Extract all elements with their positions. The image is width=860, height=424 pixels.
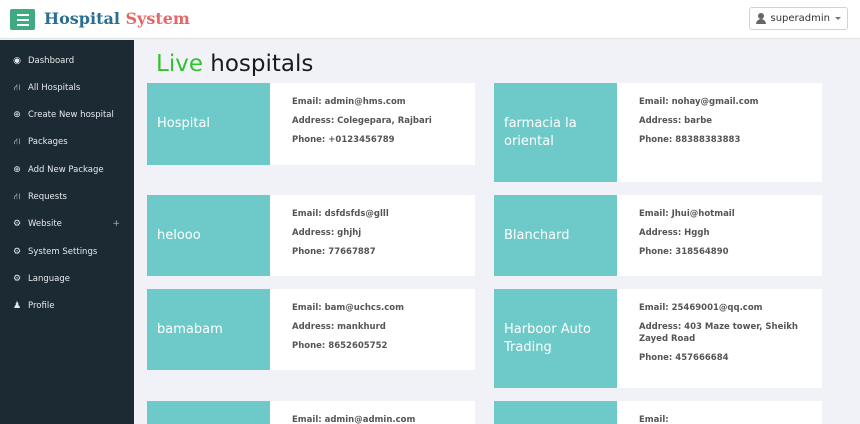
user-menu-button[interactable]: superadmin bbox=[748, 7, 848, 30]
hospital-card[interactable]: farmacia la oriental Email: nohay@gmail.… bbox=[494, 83, 822, 182]
sitemap-icon: ⛙ bbox=[13, 136, 21, 147]
sitemap-icon: ⛙ bbox=[13, 191, 21, 202]
hospital-name bbox=[494, 401, 617, 424]
hospital-details: Email: admin@admin.com bbox=[270, 401, 475, 424]
hamburger-icon bbox=[16, 13, 29, 16]
hospital-name: helooo bbox=[147, 195, 270, 276]
hospital-details: Email: nohay@gmail.com Address: barbe Ph… bbox=[617, 83, 822, 182]
hospital-name: bamabam bbox=[147, 289, 270, 370]
caret-down-icon bbox=[835, 17, 841, 20]
sidebar-item-system-settings[interactable]: ⚙ System Settings bbox=[0, 243, 134, 261]
gear-icon: ⚙ bbox=[12, 247, 22, 257]
sidebar-item-create-hospital[interactable]: ⊕ Create New hospital bbox=[0, 106, 134, 124]
hospital-card[interactable]: bamabam Email: bam@uchcs.com Address: ma… bbox=[147, 289, 475, 370]
gears-icon: ⚙ bbox=[12, 219, 22, 229]
hospital-email: Email: admin@hms.com bbox=[292, 97, 406, 107]
hospital-phone: Phone: 457666684 bbox=[639, 353, 729, 363]
hospital-email: Email: admin@admin.com bbox=[292, 415, 416, 424]
sidebar-item-requests[interactable]: ⛙ Requests bbox=[0, 188, 134, 206]
hospital-name: Blanchard bbox=[494, 195, 617, 276]
hospital-details: Email: admin@hms.com Address: Colegepara… bbox=[270, 83, 475, 165]
hospital-details: Email: 25469001@qq.com Address: 403 Maze… bbox=[617, 289, 822, 388]
user-label: superadmin bbox=[770, 13, 831, 24]
plus-circle-icon: ⊕ bbox=[13, 165, 21, 175]
page-title: Live hospitals bbox=[156, 51, 314, 77]
hospital-details: Email: bbox=[617, 401, 822, 424]
hospital-details: Email: dsfdsfds@glll Address: ghjhj Phon… bbox=[270, 195, 475, 276]
hospital-card[interactable]: Blanchard Email: Jhui@hotmail Address: H… bbox=[494, 195, 822, 276]
hospital-phone: Phone: 318564890 bbox=[639, 247, 729, 257]
hospital-address: Address: 403 Maze tower, Sheikh Zayed Ro… bbox=[639, 322, 798, 344]
sitemap-icon: ⛙ bbox=[13, 82, 21, 93]
hospital-phone: Phone: 88388383883 bbox=[639, 135, 741, 145]
gear-icon: ⚙ bbox=[12, 274, 22, 284]
hospital-email: Email: 25469001@qq.com bbox=[639, 303, 763, 313]
sidebar-item-website[interactable]: ⚙ Website + bbox=[0, 215, 134, 233]
brand-text: Hospital bbox=[44, 9, 120, 28]
menu-toggle-button[interactable] bbox=[10, 9, 35, 30]
expand-icon: + bbox=[112, 219, 120, 229]
plus-circle-icon: ⊕ bbox=[13, 110, 21, 120]
hospital-phone: Phone: 77667887 bbox=[292, 247, 376, 257]
user-icon: ♟ bbox=[12, 301, 22, 311]
top-header: Hospital System superadmin bbox=[0, 0, 860, 39]
hospital-name bbox=[147, 401, 270, 424]
hospital-address: Address: Hggh bbox=[639, 228, 710, 238]
hospital-email: Email: nohay@gmail.com bbox=[639, 97, 759, 107]
hospital-phone: Phone: 8652605752 bbox=[292, 341, 388, 351]
user-icon bbox=[755, 13, 766, 24]
hospital-address: Address: ghjhj bbox=[292, 228, 362, 238]
hospital-card[interactable]: Hospital Email: admin@hms.com Address: C… bbox=[147, 83, 475, 165]
hospital-details: Email: bam@uchcs.com Address: mankhurd P… bbox=[270, 289, 475, 370]
hospital-name: Hospital bbox=[147, 83, 270, 165]
hospital-address: Address: barbe bbox=[639, 116, 713, 126]
sidebar-item-packages[interactable]: ⛙ Packages bbox=[0, 133, 134, 151]
hospital-email: Email: bbox=[639, 415, 669, 424]
hospital-address: Address: mankhurd bbox=[292, 322, 386, 332]
sidebar-item-add-package[interactable]: ⊕ Add New Package bbox=[0, 161, 134, 179]
hospital-card[interactable]: helooo Email: dsfdsfds@glll Address: ghj… bbox=[147, 195, 475, 276]
sidebar-item-dashboard[interactable]: ◉ Dashboard bbox=[0, 52, 134, 70]
hospital-card[interactable]: Email: bbox=[494, 401, 822, 424]
sidebar-item-all-hospitals[interactable]: ⛙ All Hospitals bbox=[0, 79, 134, 97]
hospital-address: Address: Colegepara, Rajbari bbox=[292, 116, 432, 126]
hospital-email: Email: Jhui@hotmail bbox=[639, 209, 735, 219]
hospital-card[interactable]: Harboor Auto Trading Email: 25469001@qq.… bbox=[494, 289, 822, 388]
brand-logo[interactable]: Hospital System bbox=[44, 9, 190, 28]
sidebar-item-profile[interactable]: ♟ Profile bbox=[0, 297, 134, 315]
sidebar-item-language[interactable]: ⚙ Language bbox=[0, 270, 134, 288]
dashboard-icon: ◉ bbox=[13, 56, 21, 66]
hospital-name: Harboor Auto Trading bbox=[494, 289, 617, 388]
sidebar: ◉ Dashboard ⛙ All Hospitals ⊕ Create New… bbox=[0, 40, 134, 424]
hospital-card[interactable]: Email: admin@admin.com bbox=[147, 401, 475, 424]
hospital-phone: Phone: +0123456789 bbox=[292, 135, 395, 145]
brand-accent-text: System bbox=[125, 9, 190, 28]
hospital-name: farmacia la oriental bbox=[494, 83, 617, 182]
hospital-email: Email: bam@uchcs.com bbox=[292, 303, 404, 313]
hospital-details: Email: Jhui@hotmail Address: Hggh Phone:… bbox=[617, 195, 822, 276]
hospital-email: Email: dsfdsfds@glll bbox=[292, 209, 389, 219]
